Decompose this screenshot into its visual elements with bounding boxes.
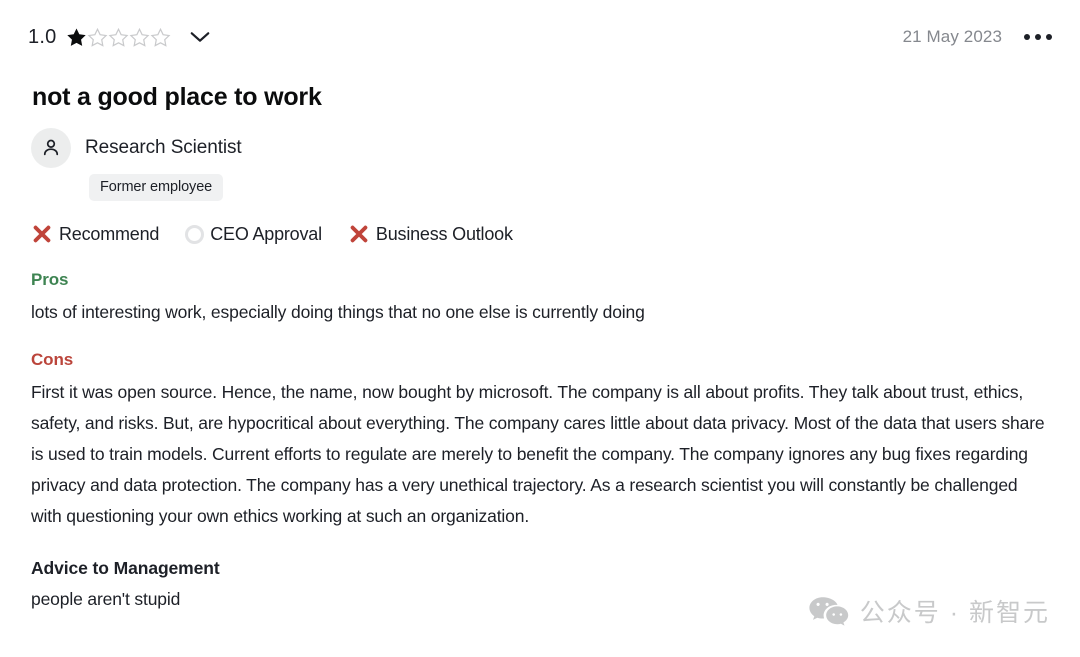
pros-body: lots of interesting work, especially doi… [31,302,645,322]
author-row: Research Scientist [31,128,1052,168]
review-title: not a good place to work [32,83,322,111]
indicator-label: CEO Approval [210,223,322,244]
rating-group[interactable]: 1.0 [28,27,211,48]
section-advice: Advice to Management people aren't stupi… [31,558,1052,612]
star-empty-icon [87,27,108,47]
rating-value: 1.0 [28,26,57,48]
pros-heading: Pros [31,270,69,289]
chevron-down-icon[interactable] [189,30,211,44]
star-empty-icon [129,27,150,47]
author-role: Research Scientist [85,137,242,158]
cons-heading: Cons [31,350,74,369]
review-header: 1.0 21 May 2023 [28,0,1052,62]
star-empty-icon [150,27,171,47]
dot [1035,34,1041,40]
advice-heading: Advice to Management [31,558,220,578]
circle-outline-icon [185,224,205,244]
review-date: 21 May 2023 [902,27,1002,46]
indicator-label: Business Outlook [375,223,513,244]
star-rating [66,27,171,48]
indicator-business-outlook: Business Outlook [348,223,513,245]
sentiment-indicators: Recommend CEO Approval Business Outlook [31,223,1052,245]
person-icon [43,139,59,156]
advice-body: people aren't stupid [31,589,181,609]
x-mark-icon [33,225,51,243]
cons-body: First it was open source. Hence, the nam… [31,382,1045,526]
dot [1046,34,1052,40]
indicator-recommend: Recommend [31,223,159,245]
star-empty-icon [108,27,129,47]
author-block: Research Scientist Former employee [31,128,1052,201]
avatar [31,128,71,168]
header-right-group: 21 May 2023 [903,27,1052,47]
star-filled-icon [67,27,87,46]
section-cons: Cons First it was open source. Hence, th… [31,350,1052,532]
dot [1024,34,1030,40]
employment-status-badge: Former employee [89,174,224,201]
indicator-label: Recommend [59,223,160,244]
section-pros: Pros lots of interesting work, especiall… [31,270,1052,328]
x-mark-icon [350,225,368,243]
review-card: 1.0 21 May 2023 not a good place to work… [0,0,1080,657]
badge-row: Former employee [89,174,1052,201]
indicator-ceo-approval: CEO Approval [185,224,322,245]
three-dots-menu-icon[interactable] [1024,34,1052,40]
